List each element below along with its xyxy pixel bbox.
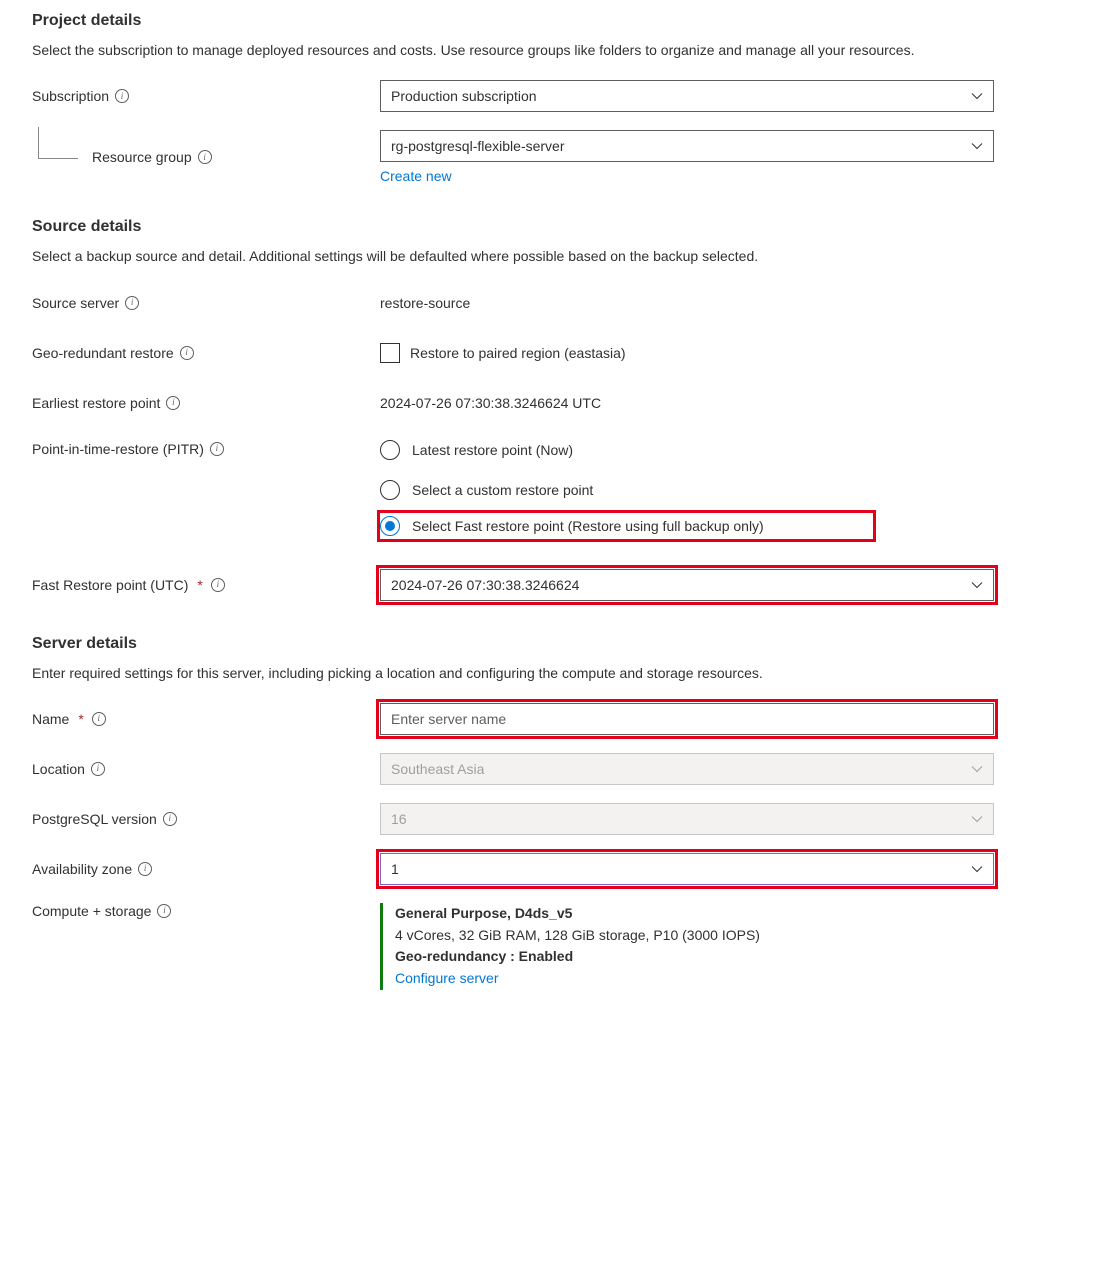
earliest-restore-label: Earliest restore point i <box>32 395 380 411</box>
info-icon[interactable]: i <box>166 396 180 410</box>
fast-restore-label: Fast Restore point (UTC) * i <box>32 577 380 593</box>
availability-zone-select[interactable]: 1 <box>380 853 994 885</box>
pitr-option-fast[interactable]: Select Fast restore point (Restore using… <box>380 513 873 539</box>
create-new-link[interactable]: Create new <box>380 168 452 184</box>
radio-icon <box>380 516 400 536</box>
server-name-input[interactable] <box>380 703 994 735</box>
chevron-down-icon <box>971 865 983 873</box>
info-icon[interactable]: i <box>91 762 105 776</box>
info-icon[interactable]: i <box>92 712 106 726</box>
configure-server-link[interactable]: Configure server <box>395 970 499 986</box>
chevron-down-icon <box>971 765 983 773</box>
server-details-desc: Enter required settings for this server,… <box>32 663 992 683</box>
geo-redundant-checkbox-label: Restore to paired region (eastasia) <box>410 345 626 361</box>
tree-connector-icon <box>38 127 78 159</box>
location-select: Southeast Asia <box>380 753 994 785</box>
source-details-desc: Select a backup source and detail. Addit… <box>32 246 992 266</box>
info-icon[interactable]: i <box>157 904 171 918</box>
resource-group-select[interactable]: rg-postgresql-flexible-server <box>380 130 994 162</box>
pg-version-select: 16 <box>380 803 994 835</box>
info-icon[interactable]: i <box>163 812 177 826</box>
info-icon[interactable]: i <box>198 150 212 164</box>
pg-version-label: PostgreSQL version i <box>32 811 380 827</box>
chevron-down-icon <box>971 581 983 589</box>
radio-icon <box>380 440 400 460</box>
info-icon[interactable]: i <box>210 442 224 456</box>
info-icon[interactable]: i <box>138 862 152 876</box>
chevron-down-icon <box>971 815 983 823</box>
source-server-label: Source server i <box>32 295 380 311</box>
compute-storage-summary: General Purpose, D4ds_v5 4 vCores, 32 Gi… <box>380 903 760 990</box>
resource-group-label: Resource group i <box>32 149 380 165</box>
pitr-label: Point-in-time-restore (PITR) i <box>32 437 380 457</box>
compute-geo: Geo-redundancy : Enabled <box>395 946 760 968</box>
chevron-down-icon <box>971 92 983 100</box>
radio-icon <box>380 480 400 500</box>
source-server-value: restore-source <box>380 295 470 311</box>
info-icon[interactable]: i <box>180 346 194 360</box>
chevron-down-icon <box>971 142 983 150</box>
earliest-restore-value: 2024-07-26 07:30:38.3246624 UTC <box>380 395 601 411</box>
geo-redundant-checkbox[interactable] <box>380 343 400 363</box>
pitr-option-custom[interactable]: Select a custom restore point <box>380 477 593 503</box>
server-name-label: Name * i <box>32 711 380 727</box>
info-icon[interactable]: i <box>125 296 139 310</box>
source-details-heading: Source details <box>32 218 1069 236</box>
info-icon[interactable]: i <box>211 578 225 592</box>
fast-restore-select[interactable]: 2024-07-26 07:30:38.3246624 <box>380 569 994 601</box>
project-details-heading: Project details <box>32 12 1069 30</box>
compute-spec: 4 vCores, 32 GiB RAM, 128 GiB storage, P… <box>395 925 760 947</box>
project-details-desc: Select the subscription to manage deploy… <box>32 40 992 60</box>
info-icon[interactable]: i <box>115 89 129 103</box>
compute-sku: General Purpose, D4ds_v5 <box>395 903 760 925</box>
location-label: Location i <box>32 761 380 777</box>
availability-zone-label: Availability zone i <box>32 861 380 877</box>
pitr-option-latest[interactable]: Latest restore point (Now) <box>380 437 573 463</box>
geo-redundant-label: Geo-redundant restore i <box>32 345 380 361</box>
compute-storage-label: Compute + storage i <box>32 903 380 919</box>
subscription-label: Subscription i <box>32 88 380 104</box>
subscription-select[interactable]: Production subscription <box>380 80 994 112</box>
server-details-heading: Server details <box>32 635 1069 653</box>
